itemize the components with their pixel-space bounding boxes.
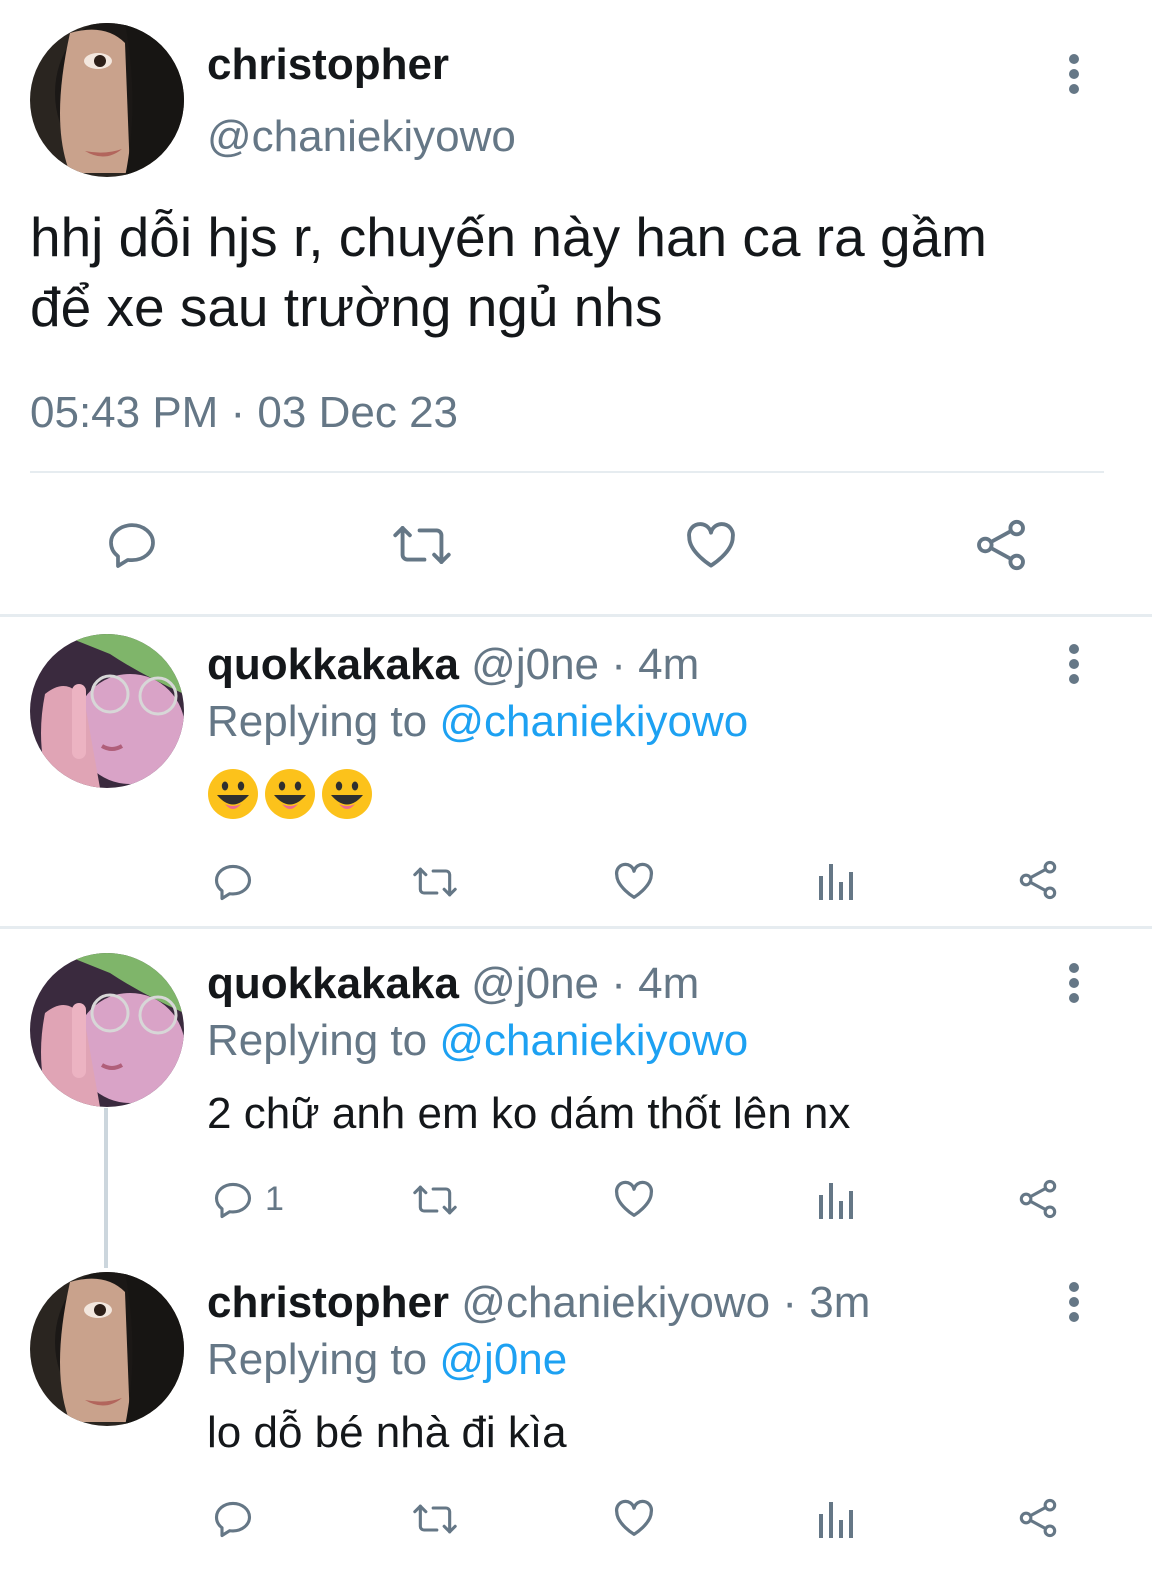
share-icon[interactable]: [1016, 1495, 1060, 1541]
share-icon[interactable]: [1016, 857, 1060, 903]
reply-3-replying-to: Replying to @j0ne: [207, 1335, 567, 1385]
share-icon[interactable]: [972, 515, 1030, 575]
more-icon[interactable]: [1066, 54, 1079, 94]
more-icon[interactable]: [1066, 1282, 1079, 1322]
grinning-tongue-emoji: [322, 769, 372, 819]
reply-1-replying-to: Replying to @chaniekiyowo: [207, 697, 748, 747]
avatar-christopher[interactable]: [30, 23, 184, 177]
grinning-tongue-emoji: [265, 769, 315, 819]
reply-2-text: 2 chữ anh em ko dám thốt lên nx: [207, 1089, 851, 1138]
replying-to-label: Replying to: [207, 1016, 428, 1065]
retweet-icon[interactable]: [409, 860, 461, 904]
reply-3-time[interactable]: · 3m: [782, 1278, 870, 1327]
retweet-icon[interactable]: [409, 1178, 461, 1222]
reply-1-display-name[interactable]: quokkakaka: [207, 640, 459, 689]
divider: [0, 926, 1152, 929]
reply-3-handle[interactable]: @chaniekiyowo: [461, 1278, 770, 1327]
reply-icon[interactable]: [104, 517, 160, 573]
reply-1-handle[interactable]: @j0ne: [471, 640, 599, 689]
share-icon[interactable]: [1016, 1176, 1060, 1222]
reply-1-header: quokkakaka @j0ne · 4m: [207, 640, 699, 690]
main-handle[interactable]: @chaniekiyowo: [207, 112, 516, 162]
divider: [30, 471, 1104, 473]
replying-to-link[interactable]: @chaniekiyowo: [439, 697, 748, 746]
reply-icon[interactable]: [211, 1178, 255, 1222]
more-icon[interactable]: [1066, 963, 1079, 1003]
analytics-icon[interactable]: [817, 860, 857, 902]
reply-icon[interactable]: [211, 860, 255, 904]
retweet-icon[interactable]: [409, 1497, 461, 1541]
main-tweet-timestamp[interactable]: 05:43 PM · 03 Dec 23: [30, 388, 458, 438]
thread-line: [104, 1108, 108, 1268]
reply-1-time[interactable]: · 4m: [611, 640, 699, 689]
main-display-name[interactable]: christopher: [207, 40, 449, 90]
reply-icon[interactable]: [211, 1497, 255, 1541]
replying-to-label: Replying to: [207, 697, 428, 746]
reply-2-replying-to: Replying to @chaniekiyowo: [207, 1016, 748, 1066]
reply-count: 1: [265, 1180, 284, 1218]
replying-to-link[interactable]: @j0ne: [439, 1335, 567, 1384]
main-tweet-text-line-1: hhj dỗi hjs r, chuyến này han ca ra gầm: [30, 206, 987, 268]
like-icon[interactable]: [681, 516, 741, 574]
reply-3-header: christopher @chaniekiyowo · 3m: [207, 1278, 870, 1328]
like-icon[interactable]: [611, 1495, 657, 1541]
replying-to-link[interactable]: @chaniekiyowo: [439, 1016, 748, 1065]
avatar-quokkakaka[interactable]: [30, 634, 184, 788]
reply-2-header: quokkakaka @j0ne · 4m: [207, 959, 699, 1009]
retweet-icon[interactable]: [388, 515, 456, 575]
analytics-icon[interactable]: [817, 1179, 857, 1221]
reply-3-text: lo dỗ bé nhà đi kìa: [207, 1408, 567, 1457]
reply-2-handle[interactable]: @j0ne: [471, 959, 599, 1008]
avatar-christopher[interactable]: [30, 1272, 184, 1426]
main-tweet-text-line-2: để xe sau trường ngủ nhs: [30, 276, 663, 338]
analytics-icon[interactable]: [817, 1498, 857, 1540]
like-icon[interactable]: [611, 858, 657, 904]
avatar-quokkakaka[interactable]: [30, 953, 184, 1107]
more-icon[interactable]: [1066, 644, 1079, 684]
grinning-tongue-emoji: [208, 769, 258, 819]
reply-1-text: 😛😛😛: [207, 768, 377, 822]
reply-2-display-name[interactable]: quokkakaka: [207, 959, 459, 1008]
divider: [0, 614, 1152, 617]
reply-3-display-name[interactable]: christopher: [207, 1278, 449, 1327]
reply-2-time[interactable]: · 4m: [611, 959, 699, 1008]
like-icon[interactable]: [611, 1176, 657, 1222]
replying-to-label: Replying to: [207, 1335, 428, 1384]
